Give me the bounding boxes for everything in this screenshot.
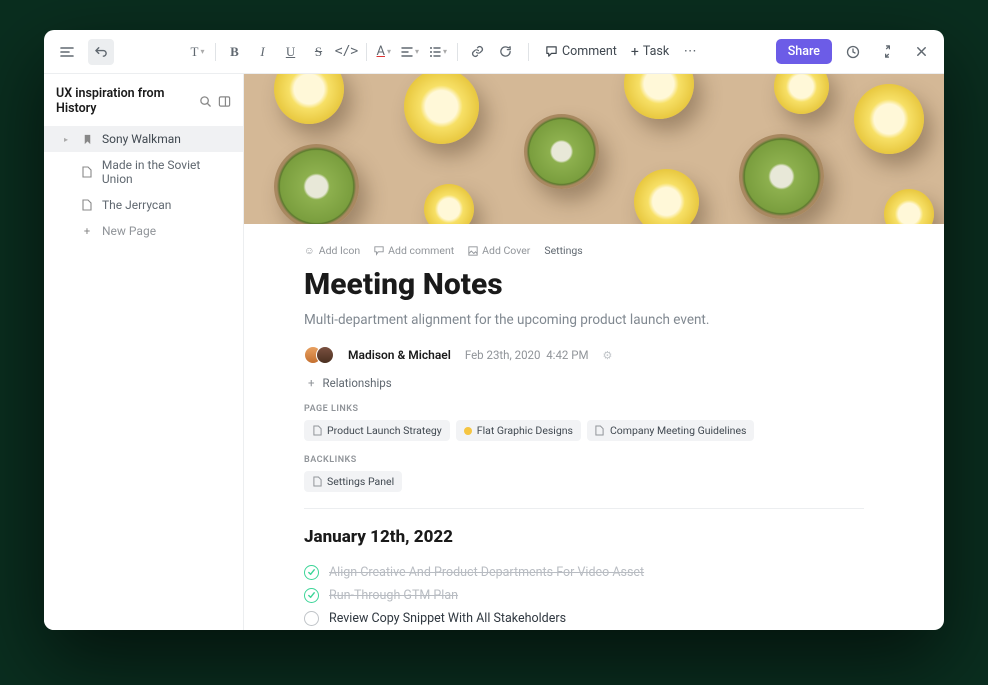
new-page-label: New Page — [102, 224, 156, 238]
divider — [304, 508, 864, 509]
back-button[interactable] — [88, 39, 114, 65]
add-cover-button[interactable]: Add Cover — [468, 244, 530, 257]
task-button[interactable]: + Task — [625, 38, 675, 66]
code-button[interactable]: </> — [334, 39, 360, 65]
sidebar-item-label: The Jerrycan — [102, 198, 171, 212]
sidebar: UX inspiration from History ▸ Sony Walkm… — [44, 74, 244, 630]
task-item[interactable]: Align Creative And Product Departments F… — [304, 561, 864, 584]
doc-icon — [595, 426, 605, 436]
toolbar: T▾ B I U S </> A▾ ▾ ▾ — [44, 30, 944, 74]
cover-image[interactable] — [244, 74, 944, 224]
page-link-chip[interactable]: Product Launch Strategy — [304, 420, 450, 441]
chevron-right-icon: ▸ — [64, 135, 72, 144]
page-link-chip[interactable]: Flat Graphic Designs — [456, 420, 581, 441]
search-icon[interactable] — [199, 95, 212, 108]
sidebar-item-jerrycan[interactable]: The Jerrycan — [44, 192, 243, 218]
relationships-row[interactable]: + Relationships — [304, 376, 864, 390]
avatar — [316, 346, 334, 364]
panel-icon[interactable] — [218, 95, 231, 108]
italic-button[interactable]: I — [250, 39, 276, 65]
comment-label: Comment — [562, 44, 617, 59]
plus-icon: + — [80, 224, 94, 238]
image-icon — [468, 246, 478, 256]
hamburger-icon[interactable] — [54, 39, 80, 65]
task-checkbox[interactable] — [304, 588, 319, 603]
align-dropdown[interactable]: ▾ — [397, 39, 423, 65]
doc-icon — [312, 426, 322, 436]
page-links: Product Launch Strategy Flat Graphic Des… — [304, 420, 864, 441]
list-dropdown[interactable]: ▾ — [425, 39, 451, 65]
task-checkbox[interactable] — [304, 611, 319, 626]
bold-button[interactable]: B — [222, 39, 248, 65]
refresh-icon[interactable] — [492, 39, 518, 65]
link-button[interactable] — [464, 39, 490, 65]
sidebar-item-sony-walkman[interactable]: ▸ Sony Walkman — [44, 126, 243, 152]
task-text: Run-Through GTM Plan — [329, 588, 458, 603]
main-content: ☺ Add Icon Add comment Add Cover — [244, 74, 944, 630]
page-subtitle[interactable]: Multi-department alignment for the upcom… — [304, 312, 864, 328]
author-avatars[interactable] — [304, 346, 334, 364]
task-text: Align Creative And Product Departments F… — [329, 565, 644, 580]
share-button[interactable]: Share — [776, 39, 832, 64]
close-icon[interactable] — [908, 39, 934, 65]
backlinks-label: BACKLINKS — [304, 455, 864, 465]
sidebar-item-label: Made in the Soviet Union — [102, 158, 233, 186]
page-date: Feb 23th, 2020 4:42 PM — [465, 348, 589, 362]
doc-icon — [80, 165, 94, 179]
meta-row: Madison & Michael Feb 23th, 2020 4:42 PM… — [304, 346, 864, 364]
smile-icon: ☺ — [304, 244, 315, 257]
task-label: Task — [643, 44, 669, 59]
sidebar-title: UX inspiration from History — [56, 86, 199, 116]
text-color-dropdown[interactable]: A▾ — [373, 39, 396, 65]
app-window: T▾ B I U S </> A▾ ▾ ▾ — [44, 30, 944, 630]
sidebar-item-label: Sony Walkman — [102, 132, 181, 146]
page-links-label: PAGE LINKS — [304, 404, 864, 414]
plus-icon: + — [308, 376, 315, 390]
collapse-icon[interactable] — [874, 39, 900, 65]
more-icon[interactable]: ⋯ — [677, 39, 703, 65]
task-text: Review Copy Snippet With All Stakeholder… — [329, 611, 566, 626]
add-icon-button[interactable]: ☺ Add Icon — [304, 244, 360, 257]
doc-icon — [312, 477, 322, 487]
history-icon[interactable] — [840, 39, 866, 65]
bookmark-icon — [80, 132, 94, 146]
page-link-chip[interactable]: Company Meeting Guidelines — [587, 420, 754, 441]
sidebar-item-soviet[interactable]: Made in the Soviet Union — [44, 152, 243, 192]
task-item[interactable]: Run-Through GTM Plan — [304, 584, 864, 607]
color-dot-icon — [464, 427, 472, 435]
text-style-dropdown[interactable]: T▾ — [187, 39, 209, 65]
strike-button[interactable]: S — [306, 39, 332, 65]
authors: Madison & Michael — [348, 348, 451, 362]
new-page-button[interactable]: + New Page — [44, 218, 243, 244]
comment-icon — [374, 246, 384, 256]
doc-icon — [80, 198, 94, 212]
underline-button[interactable]: U — [278, 39, 304, 65]
backlink-chip[interactable]: Settings Panel — [304, 471, 402, 492]
add-comment-button[interactable]: Add comment — [374, 244, 454, 257]
page-settings-button[interactable]: Settings — [544, 244, 582, 257]
date-heading[interactable]: January 12th, 2022 — [304, 527, 864, 547]
task-item[interactable]: Review Copy Snippet With All Stakeholder… — [304, 607, 864, 630]
task-checkbox[interactable] — [304, 565, 319, 580]
backlinks: Settings Panel — [304, 471, 864, 492]
comment-button[interactable]: Comment — [539, 38, 623, 66]
page-title[interactable]: Meeting Notes — [304, 267, 864, 302]
gear-icon[interactable]: ⚙ — [603, 349, 613, 362]
